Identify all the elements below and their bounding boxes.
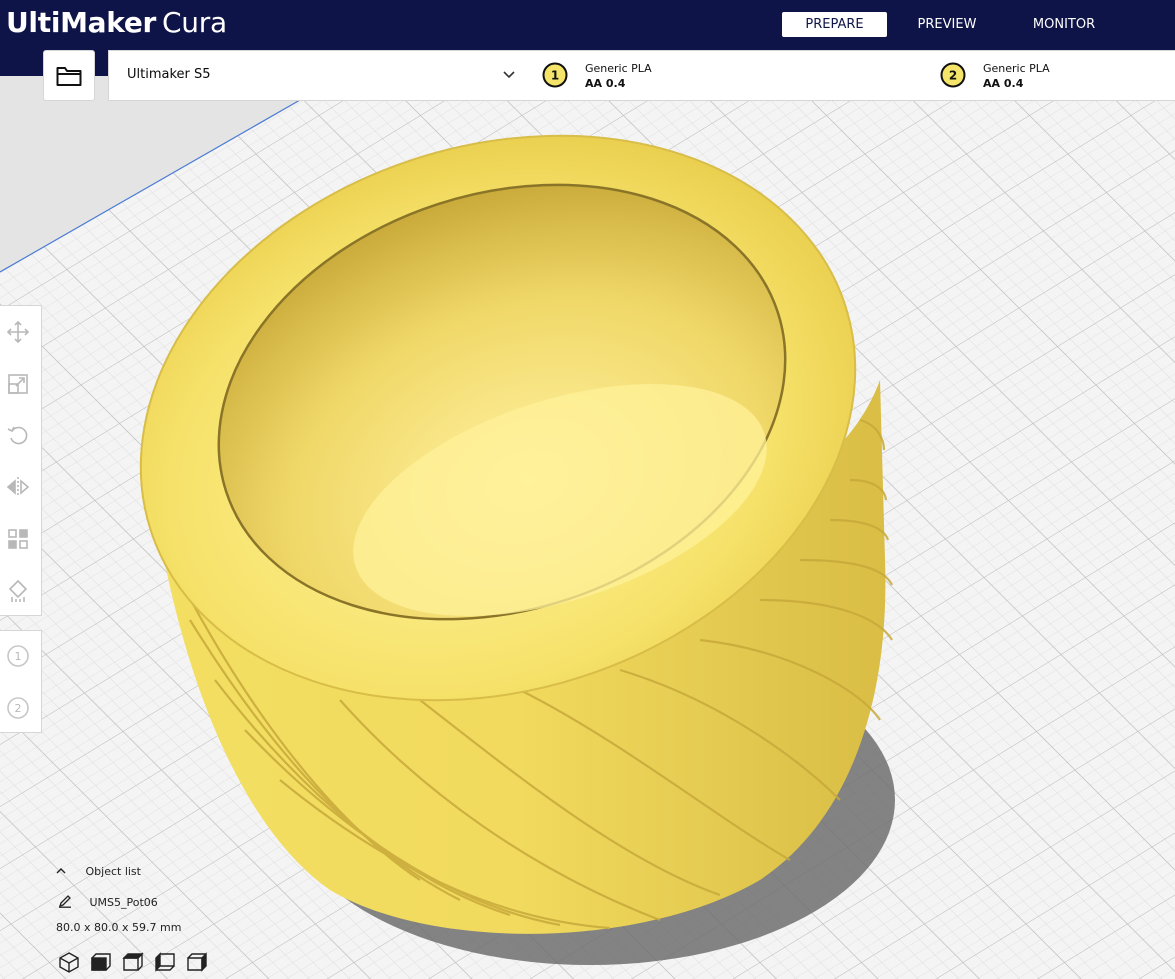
object-name: UMS5_Pot06 <box>89 896 158 909</box>
tab-monitor[interactable]: MONITOR <box>1010 12 1118 37</box>
rotate-tool-icon[interactable] <box>5 422 31 448</box>
folder-icon <box>56 66 82 86</box>
chevron-up-icon <box>56 865 70 878</box>
3d-viewport[interactable] <box>0 76 1175 979</box>
extruder-2-nozzle: AA 0.4 <box>983 77 1024 90</box>
scene-canvas[interactable] <box>0 76 1175 979</box>
extruder-2[interactable]: 2 Generic PLA AA 0.4 <box>925 51 1175 100</box>
app-logo: UltiMaker Cura <box>6 5 227 41</box>
svg-text:2: 2 <box>15 702 22 715</box>
per-model-settings-icon[interactable] <box>5 526 31 552</box>
move-tool-icon[interactable] <box>5 319 31 345</box>
printer-selector[interactable]: Ultimaker S5 <box>108 50 528 101</box>
view-front-icon[interactable] <box>89 950 113 974</box>
svg-text:1: 1 <box>15 650 22 663</box>
view-right-icon[interactable] <box>185 950 209 974</box>
chevron-down-icon <box>503 71 515 79</box>
svg-text:1: 1 <box>551 69 559 83</box>
object-dimensions: 80.0 x 80.0 x 59.7 mm <box>56 921 182 934</box>
view-top-icon[interactable] <box>121 950 145 974</box>
object-list-toggle[interactable]: Object list <box>56 865 141 878</box>
brand-light: Cura <box>162 6 227 39</box>
extruder-1-nozzle: AA 0.4 <box>585 77 626 90</box>
pencil-icon[interactable] <box>58 894 72 908</box>
extruder-1[interactable]: 1 Generic PLA AA 0.4 <box>527 51 925 100</box>
printer-name: Ultimaker S5 <box>127 67 211 82</box>
object-list-label: Object list <box>85 865 141 878</box>
open-file-button[interactable] <box>43 50 95 101</box>
brand-bold: UltiMaker <box>6 6 157 39</box>
extruder-1-material: Generic PLA <box>585 62 652 75</box>
extruder-1-icon: 1 <box>542 62 568 88</box>
extruder-2-icon: 2 <box>940 62 966 88</box>
extruder-2-material: Generic PLA <box>983 62 1050 75</box>
extruder-selector-panel: 1 2 <box>0 630 42 733</box>
support-blocker-icon[interactable] <box>5 578 31 604</box>
tool-panel <box>0 305 42 616</box>
tab-prepare[interactable]: PREPARE <box>782 12 887 37</box>
extruder-2-select-icon[interactable]: 2 <box>5 695 31 721</box>
extruder-configuration[interactable]: 1 Generic PLA AA 0.4 2 Generic PLA AA 0.… <box>527 50 1175 101</box>
svg-text:2: 2 <box>949 69 957 83</box>
tab-preview[interactable]: PREVIEW <box>895 12 999 37</box>
extruder-1-select-icon[interactable]: 1 <box>5 643 31 669</box>
view-3d-icon[interactable] <box>57 950 81 974</box>
view-left-icon[interactable] <box>153 950 177 974</box>
mirror-tool-icon[interactable] <box>5 474 31 500</box>
object-list-item[interactable]: UMS5_Pot06 <box>58 894 158 909</box>
scale-tool-icon[interactable] <box>5 371 31 397</box>
